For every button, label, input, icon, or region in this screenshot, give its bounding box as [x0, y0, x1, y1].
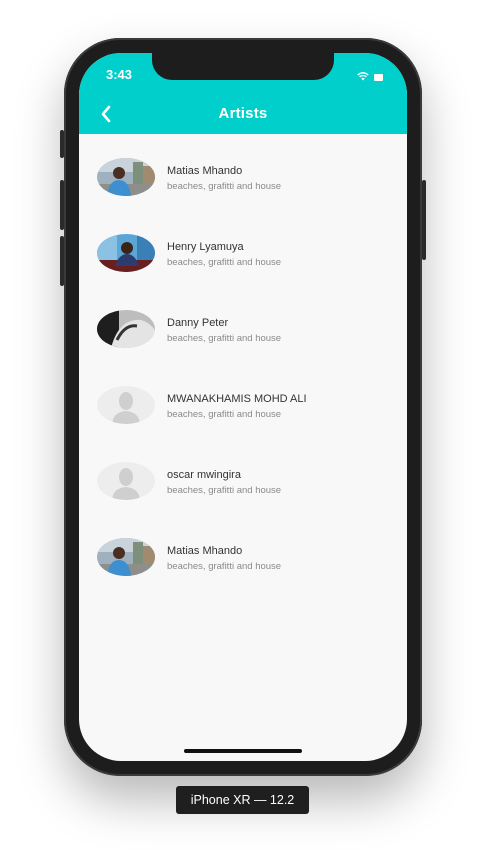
list-item[interactable]: oscar mwingira beaches, grafitti and hou…: [79, 438, 407, 514]
wifi-icon: [357, 68, 369, 86]
list-item[interactable]: Henry Lyamuya beaches, grafitti and hous…: [79, 210, 407, 286]
status-icons: [357, 68, 383, 86]
volume-down-button: [60, 236, 64, 286]
list-item[interactable]: MWANAKHAMIS MOHD ALI beaches, grafitti a…: [79, 362, 407, 438]
page-title: Artists: [218, 105, 268, 122]
artist-subtitle: beaches, grafitti and house: [167, 257, 282, 268]
artist-name: Matias Mhando: [167, 545, 243, 557]
avatar: [97, 386, 155, 424]
status-time: 3:43: [106, 67, 133, 82]
screen: 3:43 Artists Matias Mhando beaches, graf…: [79, 53, 407, 761]
avatar: [97, 234, 155, 272]
list-item[interactable]: Danny Peter beaches, grafitti and house: [79, 286, 407, 362]
avatar: [97, 462, 155, 500]
avatar: [97, 310, 155, 348]
artist-name: Danny Peter: [167, 317, 229, 329]
artist-subtitle: beaches, grafitti and house: [167, 485, 282, 496]
artist-subtitle: beaches, grafitti and house: [167, 561, 282, 572]
device-label: iPhone XR — 12.2: [176, 786, 309, 814]
status-bar: 3:43: [79, 53, 407, 93]
avatar: [97, 158, 155, 196]
list-item[interactable]: Matias Mhando beaches, grafitti and hous…: [79, 134, 407, 210]
notch: [152, 53, 334, 80]
volume-up-button: [60, 180, 64, 230]
artist-name: MWANAKHAMIS MOHD ALI: [167, 393, 307, 405]
mute-switch: [60, 130, 64, 158]
artist-name: Henry Lyamuya: [167, 241, 244, 253]
home-indicator[interactable]: [184, 749, 302, 753]
artist-subtitle: beaches, grafitti and house: [167, 181, 282, 192]
device-frame: 3:43 Artists Matias Mhando beaches, graf…: [60, 38, 426, 776]
artist-subtitle: beaches, grafitti and house: [167, 333, 282, 344]
battery-icon: [374, 73, 383, 81]
artist-list: Matias Mhando beaches, grafitti and hous…: [79, 134, 407, 590]
artist-subtitle: beaches, grafitti and house: [167, 409, 282, 420]
power-button: [422, 180, 426, 260]
artist-name: oscar mwingira: [167, 469, 241, 481]
app-bar: Artists: [79, 93, 407, 134]
avatar: [97, 538, 155, 576]
artist-name: Matias Mhando: [167, 165, 243, 177]
list-item[interactable]: Matias Mhando beaches, grafitti and hous…: [79, 514, 407, 590]
